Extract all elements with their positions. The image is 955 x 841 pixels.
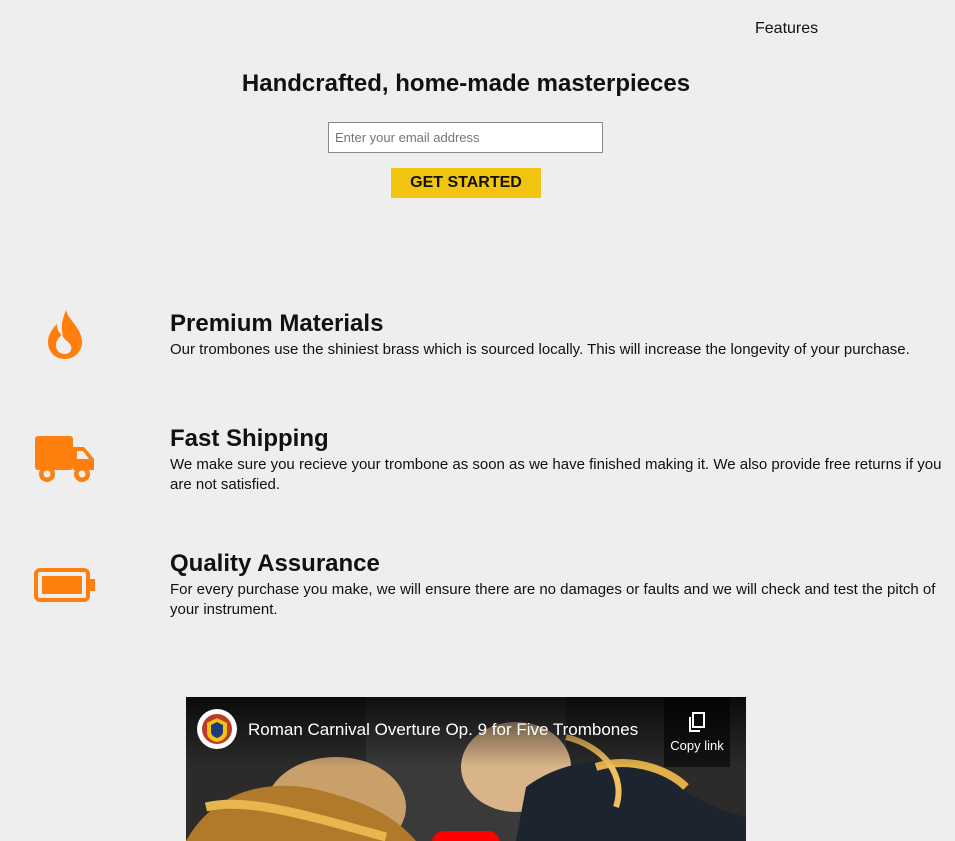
feature-description: Our trombones use the shiniest brass whi… <box>170 341 910 358</box>
channel-logo-icon <box>202 714 232 744</box>
copy-link-button[interactable]: Copy link <box>664 697 730 767</box>
feature-title: Premium Materials <box>170 310 384 337</box>
feature-title: Quality Assurance <box>170 550 380 577</box>
fire-icon <box>30 310 100 360</box>
channel-avatar[interactable] <box>197 709 237 749</box>
battery-full-icon <box>30 568 100 602</box>
copy-link-label: Copy link <box>670 738 724 753</box>
feature-description: We make sure you recieve your trombone a… <box>170 456 942 493</box>
video-embed[interactable]: Roman Carnival Overture Op. 9 for Five T… <box>186 697 746 841</box>
copy-icon <box>664 711 730 736</box>
email-input[interactable] <box>328 122 603 153</box>
get-started-button[interactable]: GET STARTED <box>391 168 541 198</box>
feature-title: Fast Shipping <box>170 425 329 452</box>
nav-link-features[interactable]: Features <box>755 20 818 38</box>
feature-description: For every purchase you make, we will ens… <box>170 581 936 618</box>
hero-title: Handcrafted, home-made masterpieces <box>241 70 691 97</box>
truck-icon <box>30 435 100 485</box>
play-button[interactable] <box>432 831 500 841</box>
video-title[interactable]: Roman Carnival Overture Op. 9 for Five T… <box>248 720 638 740</box>
